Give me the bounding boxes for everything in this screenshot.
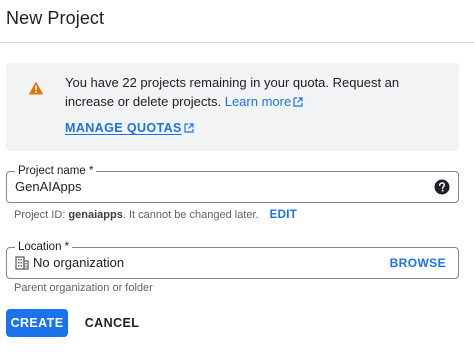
quota-banner: You have 22 projects remaining in your q… — [6, 63, 459, 151]
location-value: No organization — [33, 255, 125, 270]
cancel-button[interactable]: CANCEL — [82, 309, 142, 337]
location-hint: Parent organization or folder — [14, 282, 153, 294]
manage-quotas-label: MANAGE QUOTAS — [65, 121, 182, 135]
edit-project-id-button[interactable]: EDIT — [270, 209, 297, 221]
project-id-prefix: Project ID: — [14, 209, 66, 221]
organization-icon — [15, 256, 29, 270]
quota-message-block: You have 22 projects remaining in your q… — [65, 73, 450, 111]
manage-quotas-link[interactable]: MANAGE QUOTAS — [65, 121, 194, 135]
project-name-label: Project name * — [15, 164, 97, 178]
location-label: Location * — [15, 240, 73, 254]
learn-more-label: Learn more — [224, 94, 292, 109]
browse-button[interactable]: BROWSE — [390, 256, 446, 270]
project-name-field[interactable]: Project name * GenAIApps — [6, 164, 459, 203]
warning-icon — [28, 81, 44, 95]
location-field[interactable]: Location * No organization BROWSE — [6, 240, 459, 279]
page-title: New Project — [6, 8, 105, 28]
project-id-value: genaiapps — [68, 209, 123, 221]
help-icon[interactable] — [434, 179, 450, 195]
learn-more-link[interactable]: Learn more — [225, 94, 303, 109]
external-link-icon — [293, 97, 303, 107]
project-id-hint: Project ID: genaiapps. It cannot be chan… — [14, 209, 297, 221]
project-name-input[interactable]: GenAIApps — [15, 179, 82, 194]
create-button[interactable]: CREATE — [6, 309, 68, 337]
header-divider — [0, 42, 474, 43]
external-link-icon — [184, 123, 194, 133]
project-id-suffix: . It cannot be changed later. — [122, 209, 259, 221]
